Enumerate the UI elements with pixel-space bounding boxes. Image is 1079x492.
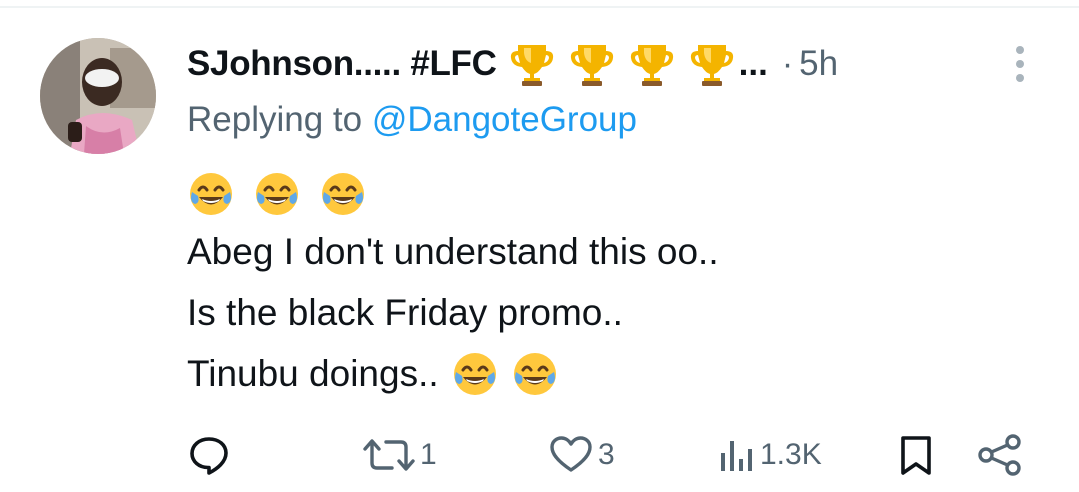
heart-icon bbox=[550, 436, 592, 472]
avatar[interactable] bbox=[40, 38, 156, 154]
face-with-tears-of-joy-icon bbox=[187, 170, 235, 218]
trophy-icon bbox=[627, 41, 677, 87]
face-with-tears-of-joy-icon bbox=[319, 170, 367, 218]
bookmark-button[interactable] bbox=[898, 425, 934, 485]
more-options-button[interactable] bbox=[1006, 42, 1034, 86]
tweet-text-line-2: Is the black Friday promo.. bbox=[187, 292, 623, 333]
retweet-button[interactable]: 1 bbox=[362, 425, 437, 485]
avatar-image bbox=[40, 38, 156, 154]
trophy-icon bbox=[687, 41, 737, 87]
name-truncation: ... bbox=[738, 44, 768, 83]
like-count: 3 bbox=[598, 438, 615, 471]
bookmark-icon bbox=[901, 436, 931, 475]
timestamp[interactable]: 5h bbox=[799, 44, 838, 84]
trophy-emojis bbox=[507, 41, 737, 87]
display-name[interactable]: SJohnson..... #LFC bbox=[187, 44, 497, 84]
more-dot bbox=[1016, 46, 1024, 54]
trophy-icon bbox=[507, 41, 557, 87]
tweet-actions: 1 3 1.3K bbox=[0, 425, 1079, 485]
tweet-text-line-3-text: Tinubu doings.. bbox=[187, 353, 439, 394]
retweet-count: 1 bbox=[420, 438, 437, 471]
emoji-line bbox=[187, 170, 367, 218]
face-with-tears-of-joy-icon bbox=[511, 350, 559, 398]
trophy-icon bbox=[567, 41, 617, 87]
views-count: 1.3K bbox=[760, 438, 822, 471]
replying-to-label: Replying to bbox=[187, 100, 363, 139]
face-with-tears-of-joy-icon bbox=[253, 170, 301, 218]
share-button[interactable] bbox=[976, 425, 1024, 485]
reply-icon bbox=[190, 437, 228, 475]
tweet-text-line-3: Tinubu doings.. bbox=[187, 350, 559, 398]
views-button[interactable]: 1.3K bbox=[718, 425, 822, 485]
reply-button[interactable] bbox=[187, 425, 231, 485]
more-dot bbox=[1016, 60, 1024, 68]
tweet-header: SJohnson..... #LFC ... · 5h bbox=[187, 40, 838, 88]
face-with-tears-of-joy-icon bbox=[451, 350, 499, 398]
separator-dot: · bbox=[781, 44, 794, 83]
like-button[interactable]: 3 bbox=[548, 425, 615, 485]
views-icon bbox=[721, 441, 752, 471]
replying-to: Replying to @DangoteGroup bbox=[187, 100, 637, 140]
more-dot bbox=[1016, 74, 1024, 82]
reply-handle-link[interactable]: @DangoteGroup bbox=[372, 100, 637, 139]
top-divider bbox=[0, 6, 1079, 8]
share-icon bbox=[978, 434, 1021, 476]
retweet-icon bbox=[363, 439, 415, 471]
tweet-text-line-1: Abeg I don't understand this oo.. bbox=[187, 231, 719, 272]
